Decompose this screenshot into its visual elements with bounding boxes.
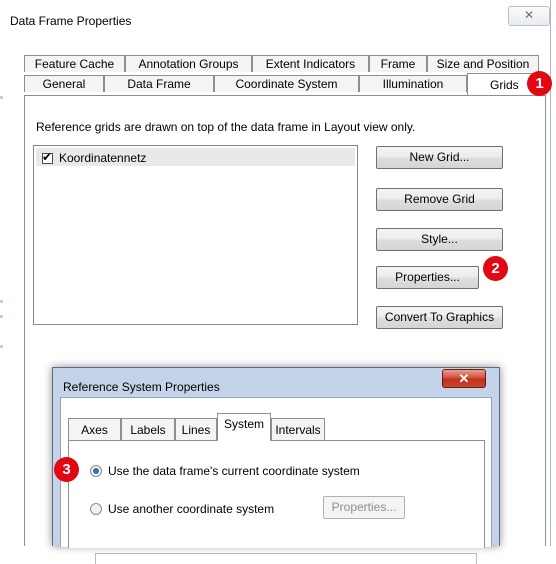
tab-frame[interactable]: Frame [369, 55, 427, 72]
tab-illumination[interactable]: Illumination [359, 75, 467, 92]
another-coordinate-system-radio[interactable] [90, 503, 102, 515]
step-badge-3: 3 [54, 457, 79, 482]
tab-labels[interactable]: Labels [121, 418, 175, 440]
window-edge-mark [0, 300, 3, 303]
step-badge-2: 2 [483, 256, 508, 281]
tab-axes[interactable]: Axes [68, 418, 121, 440]
current-coordinate-system-label: Use the data frame's current coordinate … [108, 464, 360, 478]
sub-properties-button[interactable]: Properties... [323, 496, 405, 519]
tab-coordinate-system[interactable]: Coordinate System [214, 75, 359, 92]
reference-system-properties-dialog: Reference System Properties ✕ Axes Label… [52, 367, 500, 564]
properties-button[interactable]: Properties... [376, 266, 479, 289]
grids-description: Reference grids are drawn on top of the … [36, 120, 416, 134]
style-button[interactable]: Style... [376, 228, 503, 251]
new-grid-button[interactable]: New Grid... [376, 146, 503, 169]
system-panel [68, 440, 485, 548]
sub-dialog-title: Reference System Properties [63, 380, 220, 394]
current-coordinate-system-radio[interactable] [90, 465, 102, 477]
tab-annotation-groups[interactable]: Annotation Groups [125, 55, 252, 72]
tab-lines[interactable]: Lines [175, 418, 217, 440]
remove-grid-button[interactable]: Remove Grid [376, 188, 503, 211]
coordinate-system-field [95, 553, 477, 564]
window-edge-mark [0, 315, 3, 318]
window-edge-mark [0, 96, 3, 99]
list-item[interactable]: Koordinatennetz [36, 148, 355, 166]
dialog-title: Data Frame Properties [10, 14, 132, 28]
step-badge-1: 1 [527, 71, 552, 96]
grid-visible-checkbox[interactable] [42, 150, 53, 164]
grids-list[interactable]: Koordinatennetz [33, 145, 358, 325]
tab-size-and-position[interactable]: Size and Position [427, 55, 539, 72]
tab-data-frame[interactable]: Data Frame [104, 75, 214, 92]
convert-to-graphics-button[interactable]: Convert To Graphics [376, 306, 503, 329]
another-coordinate-system-label: Use another coordinate system [108, 502, 275, 516]
tab-feature-cache[interactable]: Feature Cache [24, 55, 125, 72]
tab-extent-indicators[interactable]: Extent Indicators [252, 55, 369, 72]
tab-general[interactable]: General [24, 75, 104, 92]
window-edge-mark [0, 345, 3, 348]
tab-intervals[interactable]: Intervals [271, 418, 325, 440]
sub-dialog-close-button[interactable]: ✕ [442, 369, 486, 388]
data-frame-properties-dialog: Data Frame Properties ✕ Feature Cache An… [0, 0, 552, 564]
list-item-label: Koordinatennetz [59, 151, 147, 165]
tab-system[interactable]: System [217, 413, 271, 441]
sub-dialog-body: Axes Labels Lines System Intervals Use t… [60, 397, 492, 564]
close-button[interactable]: ✕ [508, 6, 550, 26]
